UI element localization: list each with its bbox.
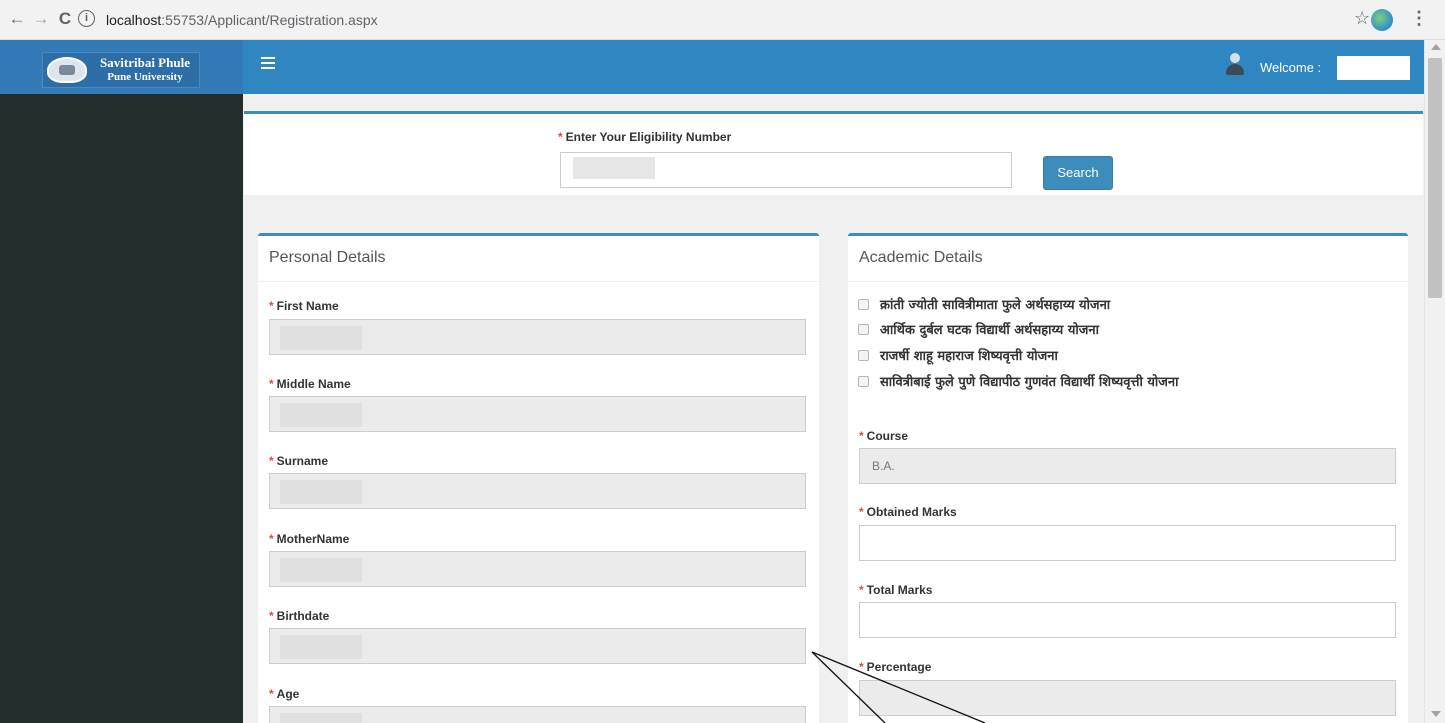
percentage-label: * Percentage (859, 660, 932, 674)
scroll-up-icon[interactable] (1431, 44, 1441, 50)
scheme-label: आर्थिक दुर्बल घटक विद्यार्थी अर्थसहाय्य … (880, 323, 1099, 338)
surname-input[interactable] (269, 473, 806, 509)
user-icon (1225, 53, 1245, 77)
browser-toolbar: ← → C i localhost:55753/Applicant/Regist… (0, 0, 1445, 40)
top-navbar: Welcome : (243, 40, 1424, 94)
course-input[interactable]: B.A. (859, 448, 1396, 484)
total-marks-label: * Total Marks (859, 583, 933, 597)
url-host: localhost (106, 12, 162, 28)
personal-details-panel: Personal Details * First Name * Middle Nam… (258, 233, 819, 723)
logo-line-1: Savitribai Phule (100, 55, 190, 70)
obtained-marks-input[interactable] (859, 525, 1396, 561)
logo-text: Savitribai Phule Pune University (93, 56, 197, 84)
hamburger-menu-icon[interactable] (261, 57, 275, 72)
scheme-label: सावित्रीबाई फुले पुणे विद्यापीठ गुणवंत व… (880, 375, 1179, 390)
total-marks-input[interactable] (859, 602, 1396, 638)
personal-details-title: Personal Details (269, 249, 386, 266)
university-emblem-icon (47, 57, 87, 83)
scheme-checkbox[interactable] (858, 350, 869, 361)
first-name-input[interactable] (269, 319, 806, 355)
page-scrollbar[interactable] (1424, 40, 1445, 723)
reload-icon[interactable]: C (54, 8, 76, 30)
search-button[interactable]: Search (1043, 156, 1113, 190)
main-content: * Enter Your Eligibility Number Search Pe… (243, 94, 1424, 723)
forward-arrow-icon[interactable]: → (30, 8, 52, 30)
university-logo[interactable]: Savitribai Phule Pune University (42, 52, 200, 88)
browser-menu-icon[interactable]: ⋮ (1410, 8, 1428, 29)
course-label: * Course (859, 429, 909, 443)
age-label: * Age (269, 687, 300, 701)
birthdate-label: * Birthdate (269, 609, 330, 623)
bookmark-star-icon[interactable]: ☆ (1354, 8, 1370, 29)
eligibility-value (573, 157, 655, 179)
welcome-username (1337, 56, 1410, 80)
obtained-marks-label: * Obtained Marks (859, 505, 957, 519)
scroll-down-icon[interactable] (1431, 711, 1441, 717)
eligibility-number-input[interactable] (560, 152, 1012, 188)
academic-details-title: Academic Details (859, 249, 983, 266)
mother-name-label: * MotherName (269, 532, 350, 546)
surname-label: * Surname (269, 454, 329, 468)
middle-name-label: * Middle Name (269, 377, 351, 391)
scheme-label: क्रांती ज्योती सावित्रीमाता फुले अर्थसहा… (880, 298, 1111, 313)
address-bar[interactable]: localhost:55753/Applicant/Registration.a… (106, 8, 1336, 32)
welcome-label: Welcome : (1260, 60, 1322, 75)
sidebar (0, 94, 243, 723)
birthdate-input[interactable] (269, 628, 806, 664)
scheme-checkbox[interactable] (858, 376, 869, 387)
logo-line-2: Pune University (107, 71, 183, 83)
extension-icon[interactable] (1371, 9, 1393, 31)
scheme-label: राजर्षी शाहू महाराज शिष्यवृत्ती योजना (880, 349, 1058, 364)
course-value: B.A. (872, 459, 895, 473)
back-arrow-icon[interactable]: ← (6, 8, 28, 30)
scroll-thumb[interactable] (1428, 58, 1442, 298)
middle-name-input[interactable] (269, 396, 806, 432)
percentage-input[interactable] (859, 680, 1396, 716)
academic-details-panel: Academic Details क्रांती ज्योती सावित्री… (848, 233, 1408, 723)
mother-name-input[interactable] (269, 551, 806, 587)
eligibility-label: * Enter Your Eligibility Number (558, 130, 732, 144)
scheme-checkbox[interactable] (858, 324, 869, 335)
scheme-checkbox[interactable] (858, 299, 869, 310)
age-input[interactable] (269, 706, 806, 723)
first-name-label: * First Name (269, 299, 339, 313)
info-icon[interactable]: i (78, 10, 95, 27)
eligibility-panel: * Enter Your Eligibility Number Search (244, 111, 1423, 195)
url-path: :55753/Applicant/Registration.aspx (161, 12, 378, 28)
